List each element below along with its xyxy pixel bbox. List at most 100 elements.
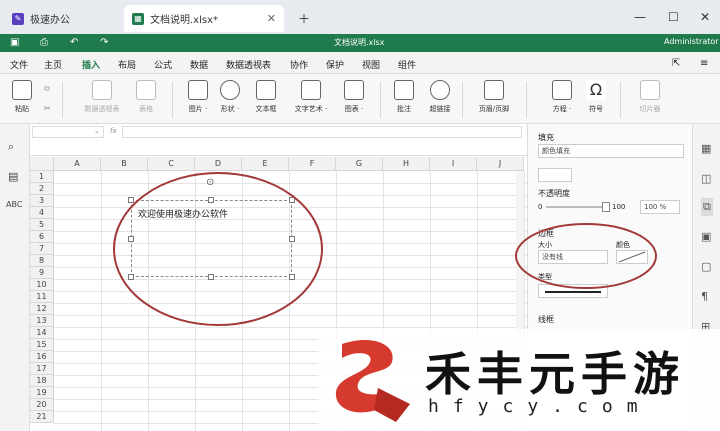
chart-icon [344, 80, 364, 100]
comment-button[interactable]: 批注 [384, 80, 424, 114]
menu-collaborate[interactable]: 协作 [290, 58, 308, 71]
table-button[interactable]: 表格 [126, 80, 166, 114]
row-header[interactable]: 1 [30, 171, 54, 183]
column-header[interactable]: H [383, 157, 430, 171]
row-header[interactable]: 14 [30, 327, 54, 339]
extra-section-label: 线框 [538, 315, 554, 324]
search-icon[interactable]: ⌕ [8, 140, 14, 154]
ribbon-label: 超链接 [429, 105, 451, 113]
menu-view[interactable]: 视图 [362, 58, 380, 71]
menu-home[interactable]: 主页 [44, 58, 62, 71]
document-title: 文档说明.xlsx [334, 38, 385, 47]
cell-settings-icon[interactable]: ▦ [701, 142, 711, 155]
row-header[interactable]: 18 [30, 375, 54, 387]
select-all-corner[interactable] [30, 157, 54, 171]
new-tab-button[interactable]: ＋ [298, 10, 310, 27]
row-header[interactable]: 21 [30, 411, 54, 423]
hyperlink-button[interactable]: 超链接 [420, 80, 460, 114]
print-icon[interactable]: ⎙ [40, 37, 48, 48]
shape-button[interactable]: 形状 · [210, 80, 250, 114]
tab-app-home[interactable]: ✎ 极速办公 [4, 5, 120, 32]
user-name[interactable]: Administrator [664, 37, 719, 46]
fill-type-select[interactable]: 颜色填充 [538, 144, 684, 158]
slicer-button[interactable]: 切片器 [630, 80, 670, 114]
row-header[interactable]: 3 [30, 195, 54, 207]
undo-icon[interactable]: ↶ [70, 37, 78, 48]
fill-color-swatch[interactable] [538, 168, 572, 182]
chevron-down-icon[interactable]: ⌄ [94, 127, 100, 135]
opacity-min: 0 [538, 203, 543, 211]
row-header[interactable]: 7 [30, 243, 54, 255]
menu-insert[interactable]: 插入 [82, 58, 101, 76]
menu-data[interactable]: 数据 [190, 58, 208, 71]
header-footer-button[interactable]: 页眉/页脚 [470, 80, 518, 114]
close-tab-icon[interactable]: ✕ [267, 12, 276, 25]
omega-icon: Ω [586, 80, 606, 100]
copy-icon[interactable]: ⧉ [44, 84, 50, 94]
shape-settings-icon[interactable]: ⧉ [701, 198, 713, 216]
menu-pivot[interactable]: 数据透视表 [226, 58, 271, 71]
row-header[interactable]: 19 [30, 387, 54, 399]
ribbon-label: 文本框 [255, 105, 277, 113]
comments-icon[interactable]: ▤ [8, 170, 18, 183]
symbol-button[interactable]: Ω 符号 [576, 80, 616, 114]
menu-bar: 文件 主页 插入 布局 公式 数据 数据透视表 协作 保护 视图 组件 ⇱ ≡ [0, 52, 720, 76]
menu-components[interactable]: 组件 [398, 58, 416, 71]
chart-settings-icon[interactable]: ◫ [701, 172, 711, 185]
menu-layout[interactable]: 布局 [118, 58, 136, 71]
column-header[interactable]: I [430, 157, 477, 171]
text-art-settings-icon[interactable]: ▢ [701, 260, 711, 273]
fx-icon[interactable]: fx [110, 127, 117, 135]
maximize-button[interactable]: ☐ [668, 10, 679, 24]
minimize-button[interactable]: — [634, 10, 646, 24]
opacity-input[interactable]: 100 % [640, 200, 680, 214]
row-header[interactable]: 9 [30, 267, 54, 279]
ribbon-label: 页眉/页脚 [478, 105, 510, 113]
row-header[interactable]: 16 [30, 351, 54, 363]
redo-icon[interactable]: ↷ [100, 37, 108, 48]
row-header[interactable]: 2 [30, 183, 54, 195]
chart-button[interactable]: 图表 · [334, 80, 374, 114]
tab-label: 极速办公 [30, 15, 70, 26]
ribbon-label: 粘贴 [15, 105, 29, 113]
opacity-slider-thumb[interactable] [602, 202, 610, 212]
menu-protect[interactable]: 保护 [326, 58, 344, 71]
row-header[interactable]: 20 [30, 399, 54, 411]
opacity-label: 不透明度 [538, 189, 570, 198]
text-art-icon [301, 80, 321, 100]
row-header[interactable]: 15 [30, 339, 54, 351]
slicer-icon [640, 80, 660, 100]
row-header[interactable]: 8 [30, 255, 54, 267]
link-icon [430, 80, 450, 100]
row-header[interactable]: 17 [30, 363, 54, 375]
row-header[interactable]: 6 [30, 231, 54, 243]
hamburger-menu-icon[interactable]: ≡ [700, 58, 708, 69]
comment-icon [394, 80, 414, 100]
ribbon-label: 表格 [139, 105, 153, 113]
textbox-button[interactable]: 文本框 [246, 80, 286, 114]
row-header[interactable]: 13 [30, 315, 54, 327]
tab-document[interactable]: ▦ 文档说明.xlsx* ✕ [124, 5, 284, 32]
row-header[interactable]: 12 [30, 303, 54, 315]
column-header[interactable]: J [477, 157, 524, 171]
save-icon[interactable]: ▣ [10, 37, 19, 48]
text-art-button[interactable]: 文字艺术 · [288, 80, 334, 114]
close-window-button[interactable]: ✕ [700, 10, 710, 24]
paste-button[interactable]: 粘贴 [2, 80, 42, 114]
pivot-table-button[interactable]: 数据透视表 [80, 80, 124, 114]
menu-formula[interactable]: 公式 [154, 58, 172, 71]
format-painter-icon[interactable]: ✂ [44, 104, 51, 113]
row-header[interactable]: 5 [30, 219, 54, 231]
column-header[interactable]: G [336, 157, 383, 171]
row-header[interactable]: 4 [30, 207, 54, 219]
row-header[interactable]: 11 [30, 291, 54, 303]
opacity-slider[interactable] [546, 206, 608, 208]
image-settings-icon[interactable]: ▣ [701, 230, 711, 243]
column-header[interactable]: A [54, 157, 101, 171]
menu-file[interactable]: 文件 [10, 58, 28, 71]
row-header[interactable]: 10 [30, 279, 54, 291]
formula-input[interactable] [122, 126, 522, 138]
open-location-icon[interactable]: ⇱ [672, 58, 680, 69]
paragraph-icon[interactable]: ¶ [701, 290, 708, 303]
spellcheck-icon[interactable]: ABC [6, 200, 22, 209]
